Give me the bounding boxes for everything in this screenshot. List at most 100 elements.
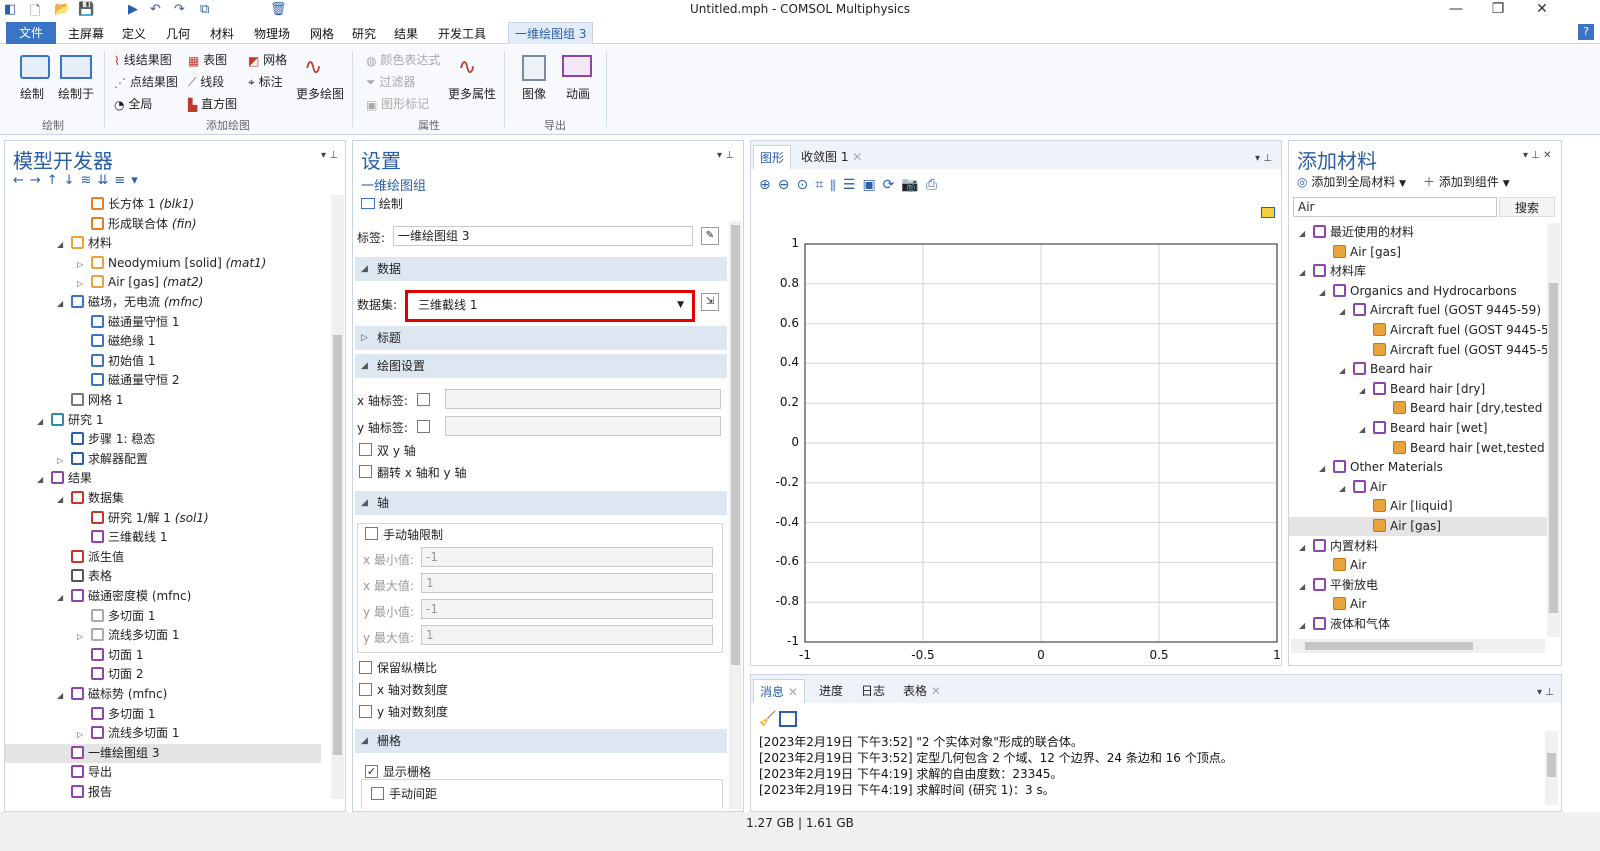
global-button[interactable]: ◔ 全局 [114,95,152,112]
add-to-global-button[interactable]: ◎ 添加到全局材料 ▼ [1297,173,1406,190]
close-tab-icon[interactable]: ✕ [931,684,941,698]
add-to-component-button[interactable]: ＋ 添加到组件 ▼ [1423,173,1510,190]
annotation-button[interactable]: ⌖ 标注 [248,73,283,90]
dataset-select[interactable]: 三维截线 1 ▼ [405,290,695,322]
histogram-button[interactable]: ▙ 直方图 [188,95,237,112]
menu-study[interactable]: 研究 [352,25,376,42]
plot-area[interactable]: 1 0.8 0.6 0.4 0.2 0 -0.2 -0.4 -0.6 -0.8 -1 -1 -0.5 0 0… [751,141,1281,665]
expand-arrow-icon[interactable]: ◢ [57,490,67,509]
more-attributes-button[interactable]: 更多属性 [448,85,496,102]
help-icon[interactable]: ? [1578,24,1594,40]
model-toolbar[interactable]: ←→↑↓≋⇊≡▾ [13,173,144,188]
expand-arrow-icon[interactable]: ◢ [1299,616,1309,635]
material-tree-node[interactable]: Aircraft fuel (GOST 9445-5 [1289,321,1547,340]
tree-node[interactable]: 切面 1 [77,646,143,665]
tree-node[interactable]: ▷ 求解器配置 [57,450,148,469]
close-tab-icon[interactable]: ✕ [788,685,798,699]
expand-arrow-icon[interactable]: ◢ [1299,224,1309,243]
expand-arrow-icon[interactable]: ◢ [1319,459,1329,478]
label-edit-icon[interactable]: ✎ [701,227,719,245]
material-tree[interactable]: ◢ 最近使用的材料 Air [gas] ◢ 材料库 ◢ Organics and Hydro… [1289,223,1547,637]
material-tree-node[interactable]: ◢ Beard hair [dry] [1289,380,1547,399]
material-hscrollbar[interactable] [1291,639,1545,653]
material-tree-node[interactable]: ◢ Air [1289,478,1547,497]
menu-developer[interactable]: 开发工具 [438,25,486,42]
model-tree[interactable]: 长方体 1 (blk1) 形成联合体 (fin) ◢ 材料 ▷ Neodymium [so… [5,195,331,799]
y-axis-label-checkbox[interactable] [417,420,430,433]
expand-arrow-icon[interactable]: ◢ [1359,381,1369,400]
material-tree-node[interactable]: ◢ 最近使用的材料 [1289,223,1547,242]
image-button[interactable]: 图像 [522,85,546,102]
tab-log[interactable]: 日志 [855,679,891,703]
menu-mesh[interactable]: 网格 [310,25,334,42]
material-tree-node[interactable]: ◢ Beard hair [1289,360,1547,379]
more-plots-button[interactable]: 更多绘图 [296,85,344,102]
maximize-icon[interactable]: ❐ [1484,0,1512,20]
manual-spacing-checkbox[interactable] [371,787,384,800]
material-tree-node[interactable]: ◢ Other Materials [1289,458,1547,477]
collapse-arrow-icon[interactable]: ▷ [77,627,87,646]
section-plot-settings[interactable]: ◢ 绘图设置 [355,354,727,378]
expand-arrow-icon[interactable]: ◢ [57,294,67,313]
section-title[interactable]: ▷ 标题 [355,326,727,350]
panel-menu-icon[interactable]: ▾ ⊥ ✕ [1523,150,1551,161]
tab-progress[interactable]: 进度 [813,679,849,703]
collapse-arrow-icon[interactable]: ▷ [77,725,87,744]
manual-axis-limits-checkbox[interactable] [365,527,378,540]
graph-marker-button[interactable]: ▣ 图形标记 [366,95,429,112]
collapse-arrow-icon[interactable]: ▷ [77,274,87,293]
expand-arrow-icon[interactable]: ◢ [1339,302,1349,321]
dataset-goto-icon[interactable]: ⇲ [701,293,719,311]
material-tree-node[interactable]: ◢ Aircraft fuel (GOST 9445-59) [1289,301,1547,320]
section-axis[interactable]: ◢ 轴 [355,491,727,515]
tree-node[interactable]: 磁绝缘 1 [77,332,155,351]
material-search-input[interactable]: Air [1293,197,1497,217]
material-tree-node[interactable]: Air [1289,595,1547,614]
tree-node[interactable]: 多切面 1 [77,607,155,626]
menu-results[interactable]: 结果 [394,25,418,42]
dual-y-checkbox[interactable] [359,443,372,456]
x-axis-label-checkbox[interactable] [417,393,430,406]
tree-node[interactable]: 派生值 [57,548,124,567]
tree-node[interactable]: 一维绘图组 3 [5,743,321,763]
tree-node[interactable]: 研究 1/解 1 (sol1) [77,509,209,528]
tree-node[interactable]: 磁通量守恒 2 [77,371,179,390]
material-tree-node[interactable]: Aircraft fuel (GOST 9445-5 [1289,341,1547,360]
panel-menu-icon[interactable]: ▾ ⊥ [321,150,338,161]
material-tree-node[interactable]: ◢ 液体和气体 [1289,615,1547,634]
xmax-input[interactable]: 1 [421,573,713,593]
collapse-arrow-icon[interactable]: ▷ [77,255,87,274]
flip-axes-checkbox[interactable] [359,465,372,478]
tree-node[interactable]: 报告 [57,783,112,799]
tree-node[interactable]: ▷ 流线多切面 1 [77,626,179,645]
material-tree-node[interactable]: Air [gas] [1289,243,1547,262]
tree-node[interactable]: ◢ 材料 [57,234,112,253]
menu-geometry[interactable]: 几何 [166,25,190,42]
ymax-input[interactable]: 1 [421,625,713,645]
expand-arrow-icon[interactable]: ◢ [57,686,67,705]
show-grid-checkbox[interactable]: ✓ [365,765,378,778]
search-button[interactable]: 搜索 [1499,197,1555,217]
keep-aspect-checkbox[interactable] [359,661,372,674]
material-tree-node[interactable]: ◢ 平衡放电 [1289,576,1547,595]
plot-in-button[interactable]: 绘制于 [58,85,94,102]
material-tree-node[interactable]: Beard hair [wet,tested [1289,439,1547,458]
x-axis-label-input[interactable] [445,389,721,409]
tree-node[interactable]: 形成联合体 (fin) [77,215,197,234]
panel-menu-icon[interactable]: ▾ ⊥ [717,150,734,161]
tree-node[interactable]: ◢ 磁场，无电流 (mfnc) [57,293,203,312]
minimize-icon[interactable]: — [1442,0,1470,20]
tree-node[interactable]: ◢ 磁标势 (mfnc) [57,685,167,704]
tree-node[interactable]: 表格 [57,567,112,586]
material-tree-scrollbar[interactable] [1547,223,1560,637]
expand-arrow-icon[interactable]: ◢ [1299,577,1309,596]
material-tree-node[interactable]: Air [1289,556,1547,575]
expand-arrow-icon[interactable]: ◢ [37,412,47,431]
panel-menu-icon[interactable]: ▾ ⊥ [1537,687,1554,698]
line-segments-button[interactable]: ⟋ 线段 [188,73,224,90]
tree-node[interactable]: 长方体 1 (blk1) [77,195,194,214]
point-graph-button[interactable]: ⋰ 点结果图 [114,73,178,90]
expand-arrow-icon[interactable]: ◢ [57,588,67,607]
mesh-button[interactable]: ◩ 网格 [248,51,287,68]
expand-arrow-icon[interactable]: ◢ [1359,420,1369,439]
